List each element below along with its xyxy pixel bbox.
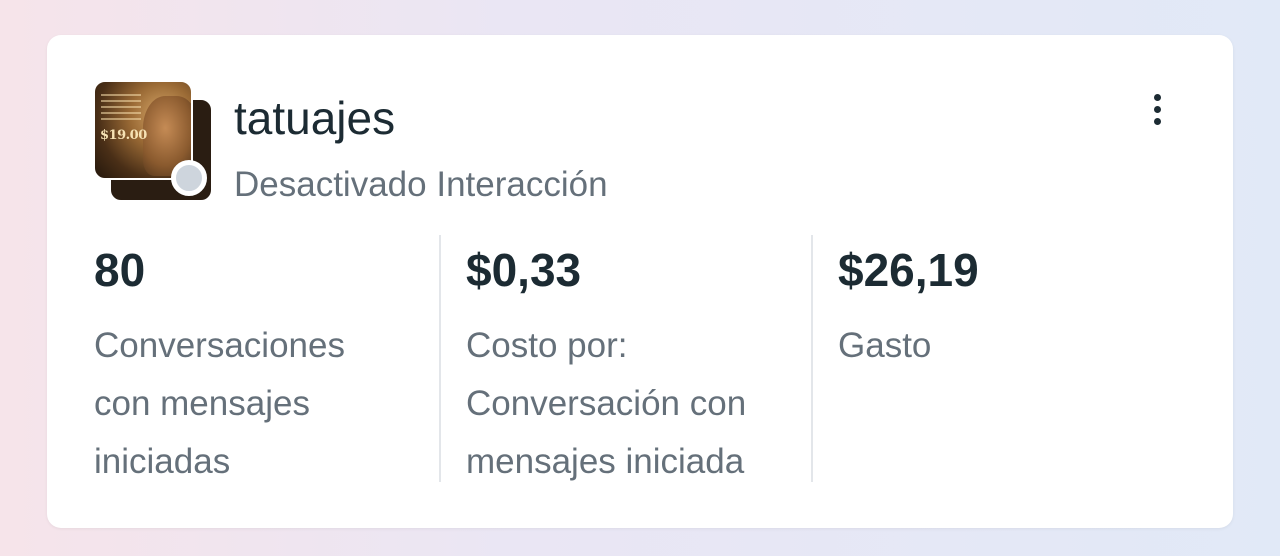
metric-label: Costo por: Conversación con mensajes ini… <box>466 326 747 481</box>
metric-label: Conversaciones con mensajes iniciadas <box>94 326 345 481</box>
metrics-row: 80 Conversaciones con mensajes iniciadas… <box>47 235 1233 485</box>
ad-image-text-lines <box>101 94 141 124</box>
status-indicator-dot <box>171 160 207 196</box>
campaign-meta: Desactivado Interacción <box>234 165 608 205</box>
campaign-thumbnail[interactable]: $19.00 <box>93 80 213 202</box>
metric-value: 80 <box>94 244 146 296</box>
campaign-card[interactable]: $19.00 tatuajes Desactivado Interacción … <box>47 35 1233 528</box>
objective-label: Interacción <box>436 165 608 204</box>
metric-label: Gasto <box>838 326 932 365</box>
metric-divider <box>439 235 441 482</box>
status-label: Desactivado <box>234 165 427 204</box>
metric-divider <box>811 235 813 482</box>
ad-image-price: $19.00 <box>100 128 147 143</box>
metric-value: $26,19 <box>838 244 979 296</box>
campaign-name[interactable]: tatuajes <box>234 93 395 144</box>
metric-value: $0,33 <box>466 244 582 296</box>
more-options-button[interactable] <box>1139 87 1175 131</box>
more-vertical-icon <box>1153 93 1161 101</box>
